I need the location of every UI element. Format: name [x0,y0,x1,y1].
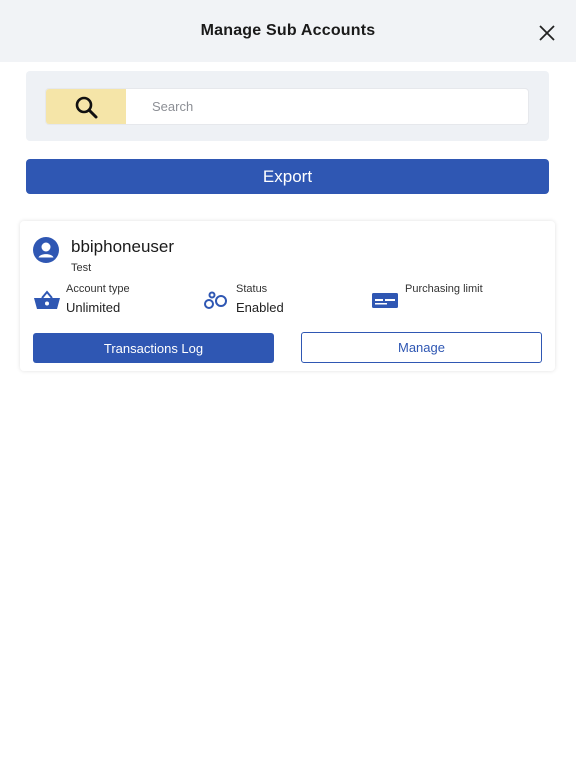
manage-sub-accounts-screen: Manage Sub Accounts Export [0,0,576,768]
sub-account-card: bbiphoneuser Test Account type Unlimited… [20,221,555,371]
close-icon[interactable] [536,22,558,44]
search-button[interactable] [46,89,126,124]
user-circle-icon [33,237,59,263]
header-bar: Manage Sub Accounts [0,0,576,62]
search-box [46,89,528,124]
account-type-value: Unlimited [66,300,121,315]
manage-button[interactable]: Manage [301,332,542,363]
basket-icon [34,290,60,309]
status-value: Enabled [236,300,284,315]
credit-card-icon [372,293,398,308]
search-input[interactable] [126,89,526,124]
account-subtitle: Test [71,262,92,274]
status-label: Status [236,283,268,295]
status-link-icon [204,291,227,309]
purchasing-limit-label: Purchasing limit [405,283,483,295]
account-username: bbiphoneuser [71,237,175,256]
account-type-label: Account type [66,283,130,295]
search-icon [75,96,98,118]
page-title: Manage Sub Accounts [200,22,376,39]
search-panel [26,71,549,141]
transactions-log-button[interactable]: Transactions Log [33,333,274,363]
export-button[interactable]: Export [26,159,549,194]
